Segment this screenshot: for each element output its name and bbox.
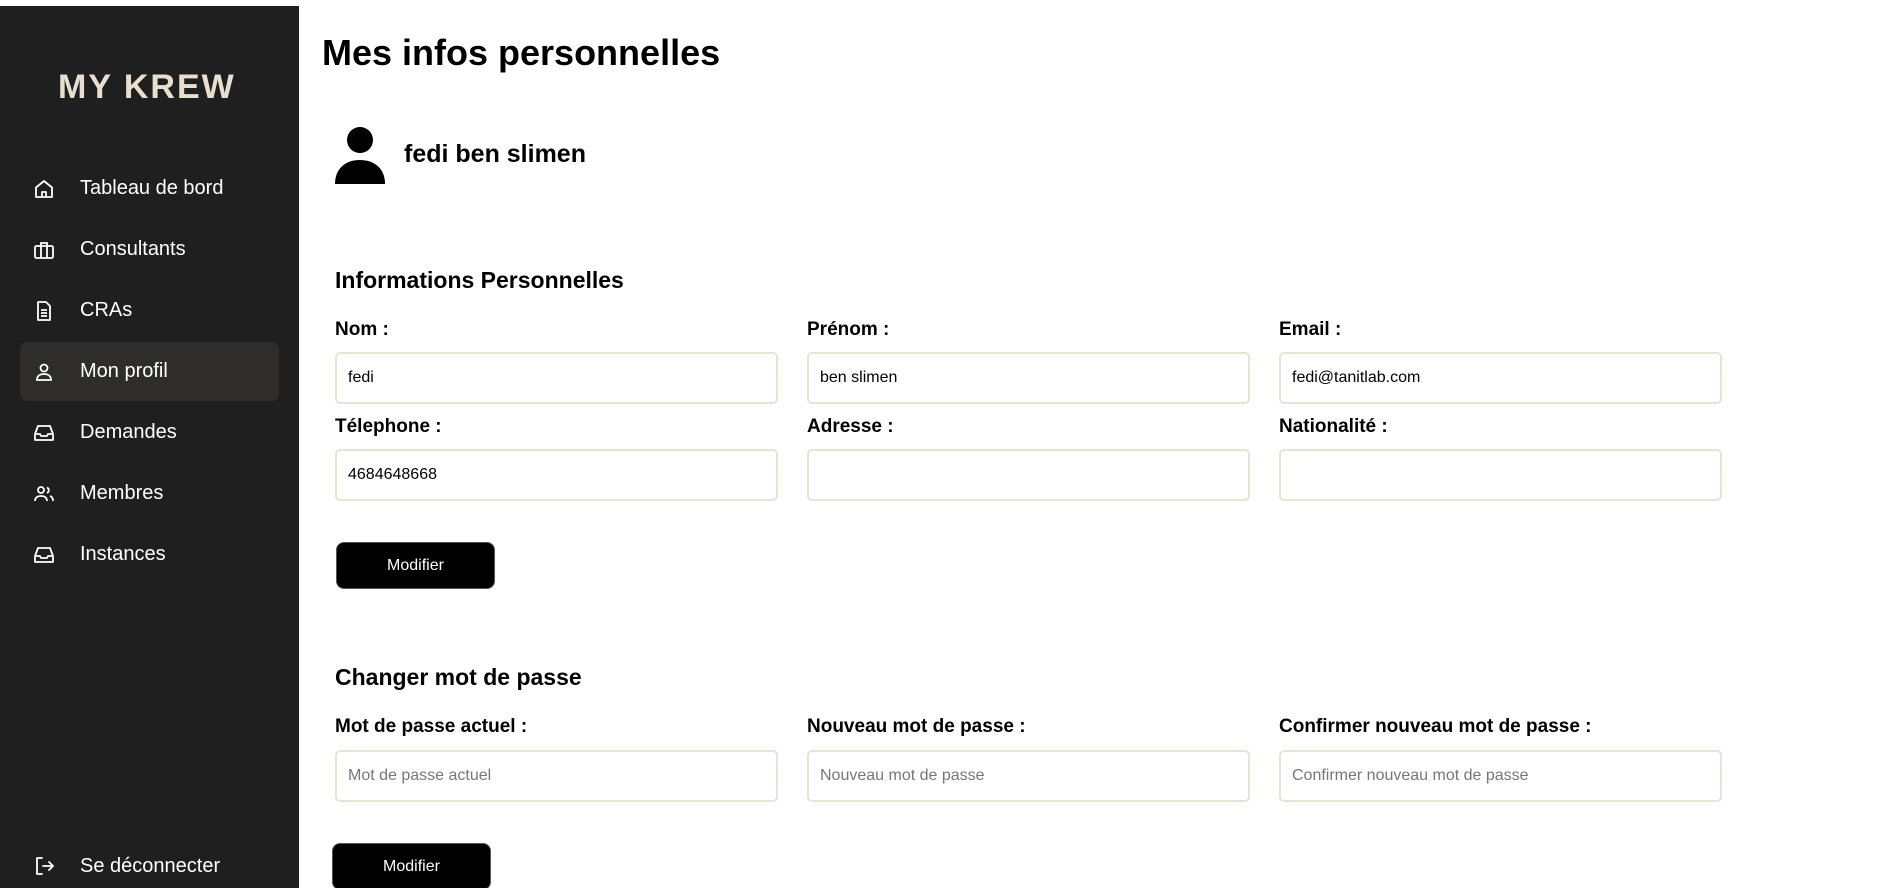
- nationalite-label: Nationalité :: [1279, 416, 1388, 437]
- sidebar-item-membres[interactable]: Membres: [20, 464, 279, 523]
- inbox-icon: [20, 543, 68, 567]
- sidebar-item-cras[interactable]: CRAs: [20, 281, 279, 340]
- sidebar-item-label: Instances: [80, 543, 166, 565]
- sidebar-item-demandes[interactable]: Demandes: [20, 403, 279, 462]
- email-label: Email :: [1279, 319, 1342, 340]
- document-icon: [20, 299, 68, 323]
- sidebar-item-tableau-de-bord[interactable]: Tableau de bord: [20, 159, 279, 218]
- telephone-label: Télephone :: [335, 416, 442, 437]
- prenom-label: Prénom :: [807, 319, 890, 340]
- home-icon: [20, 177, 68, 201]
- prenom-input[interactable]: [807, 352, 1250, 404]
- change-password-title: Changer mot de passe: [335, 664, 582, 690]
- adresse-input[interactable]: [807, 449, 1250, 501]
- sidebar-item-mon-profil[interactable]: Mon profil: [20, 342, 279, 401]
- briefcase-icon: [20, 238, 68, 262]
- sidebar-item-label: Mon profil: [80, 360, 168, 382]
- new-password-label: Nouveau mot de passe :: [807, 716, 1026, 737]
- user-icon: [20, 360, 68, 384]
- sidebar-item-label: Membres: [80, 482, 164, 504]
- current-password-input[interactable]: [335, 750, 778, 802]
- confirm-password-input[interactable]: [1279, 750, 1722, 802]
- inbox-icon: [20, 421, 68, 445]
- sidebar-item-label: Tableau de bord: [80, 177, 224, 199]
- sidebar-item-label: Demandes: [80, 421, 177, 443]
- user-name: fedi ben slimen: [404, 140, 586, 168]
- logout-icon: [20, 854, 68, 878]
- email-input[interactable]: [1279, 352, 1722, 404]
- sidebar: MY KREW Tableau de bord Consultants CRAs…: [0, 6, 299, 888]
- logout-label: Se déconnecter: [80, 854, 221, 877]
- page-title: Mes infos personnelles: [322, 32, 721, 73]
- new-password-input[interactable]: [807, 750, 1250, 802]
- adresse-label: Adresse :: [807, 416, 894, 437]
- confirm-password-label: Confirmer nouveau mot de passe :: [1279, 716, 1592, 737]
- sidebar-item-label: CRAs: [80, 299, 133, 321]
- save-password-button[interactable]: Modifier: [333, 844, 490, 888]
- current-password-label: Mot de passe actuel :: [335, 716, 528, 737]
- sidebar-item-instances[interactable]: Instances: [20, 525, 279, 584]
- sidebar-item-consultants[interactable]: Consultants: [20, 220, 279, 279]
- logout-button[interactable]: Se déconnecter: [20, 844, 279, 888]
- avatar-icon: [335, 127, 385, 184]
- nationalite-input[interactable]: [1279, 449, 1722, 501]
- users-icon: [20, 482, 68, 506]
- personal-info-title: Informations Personnelles: [335, 267, 624, 293]
- svg-text:MY KREW: MY KREW: [58, 68, 236, 106]
- save-profile-button[interactable]: Modifier: [337, 543, 494, 588]
- telephone-input[interactable]: [335, 449, 778, 501]
- nom-label: Nom :: [335, 319, 389, 340]
- sidebar-item-label: Consultants: [80, 238, 186, 260]
- logo: MY KREW: [58, 68, 236, 106]
- nom-input[interactable]: [335, 352, 778, 404]
- main-content: Mes infos personnelles fedi ben slimen I…: [299, 0, 1892, 888]
